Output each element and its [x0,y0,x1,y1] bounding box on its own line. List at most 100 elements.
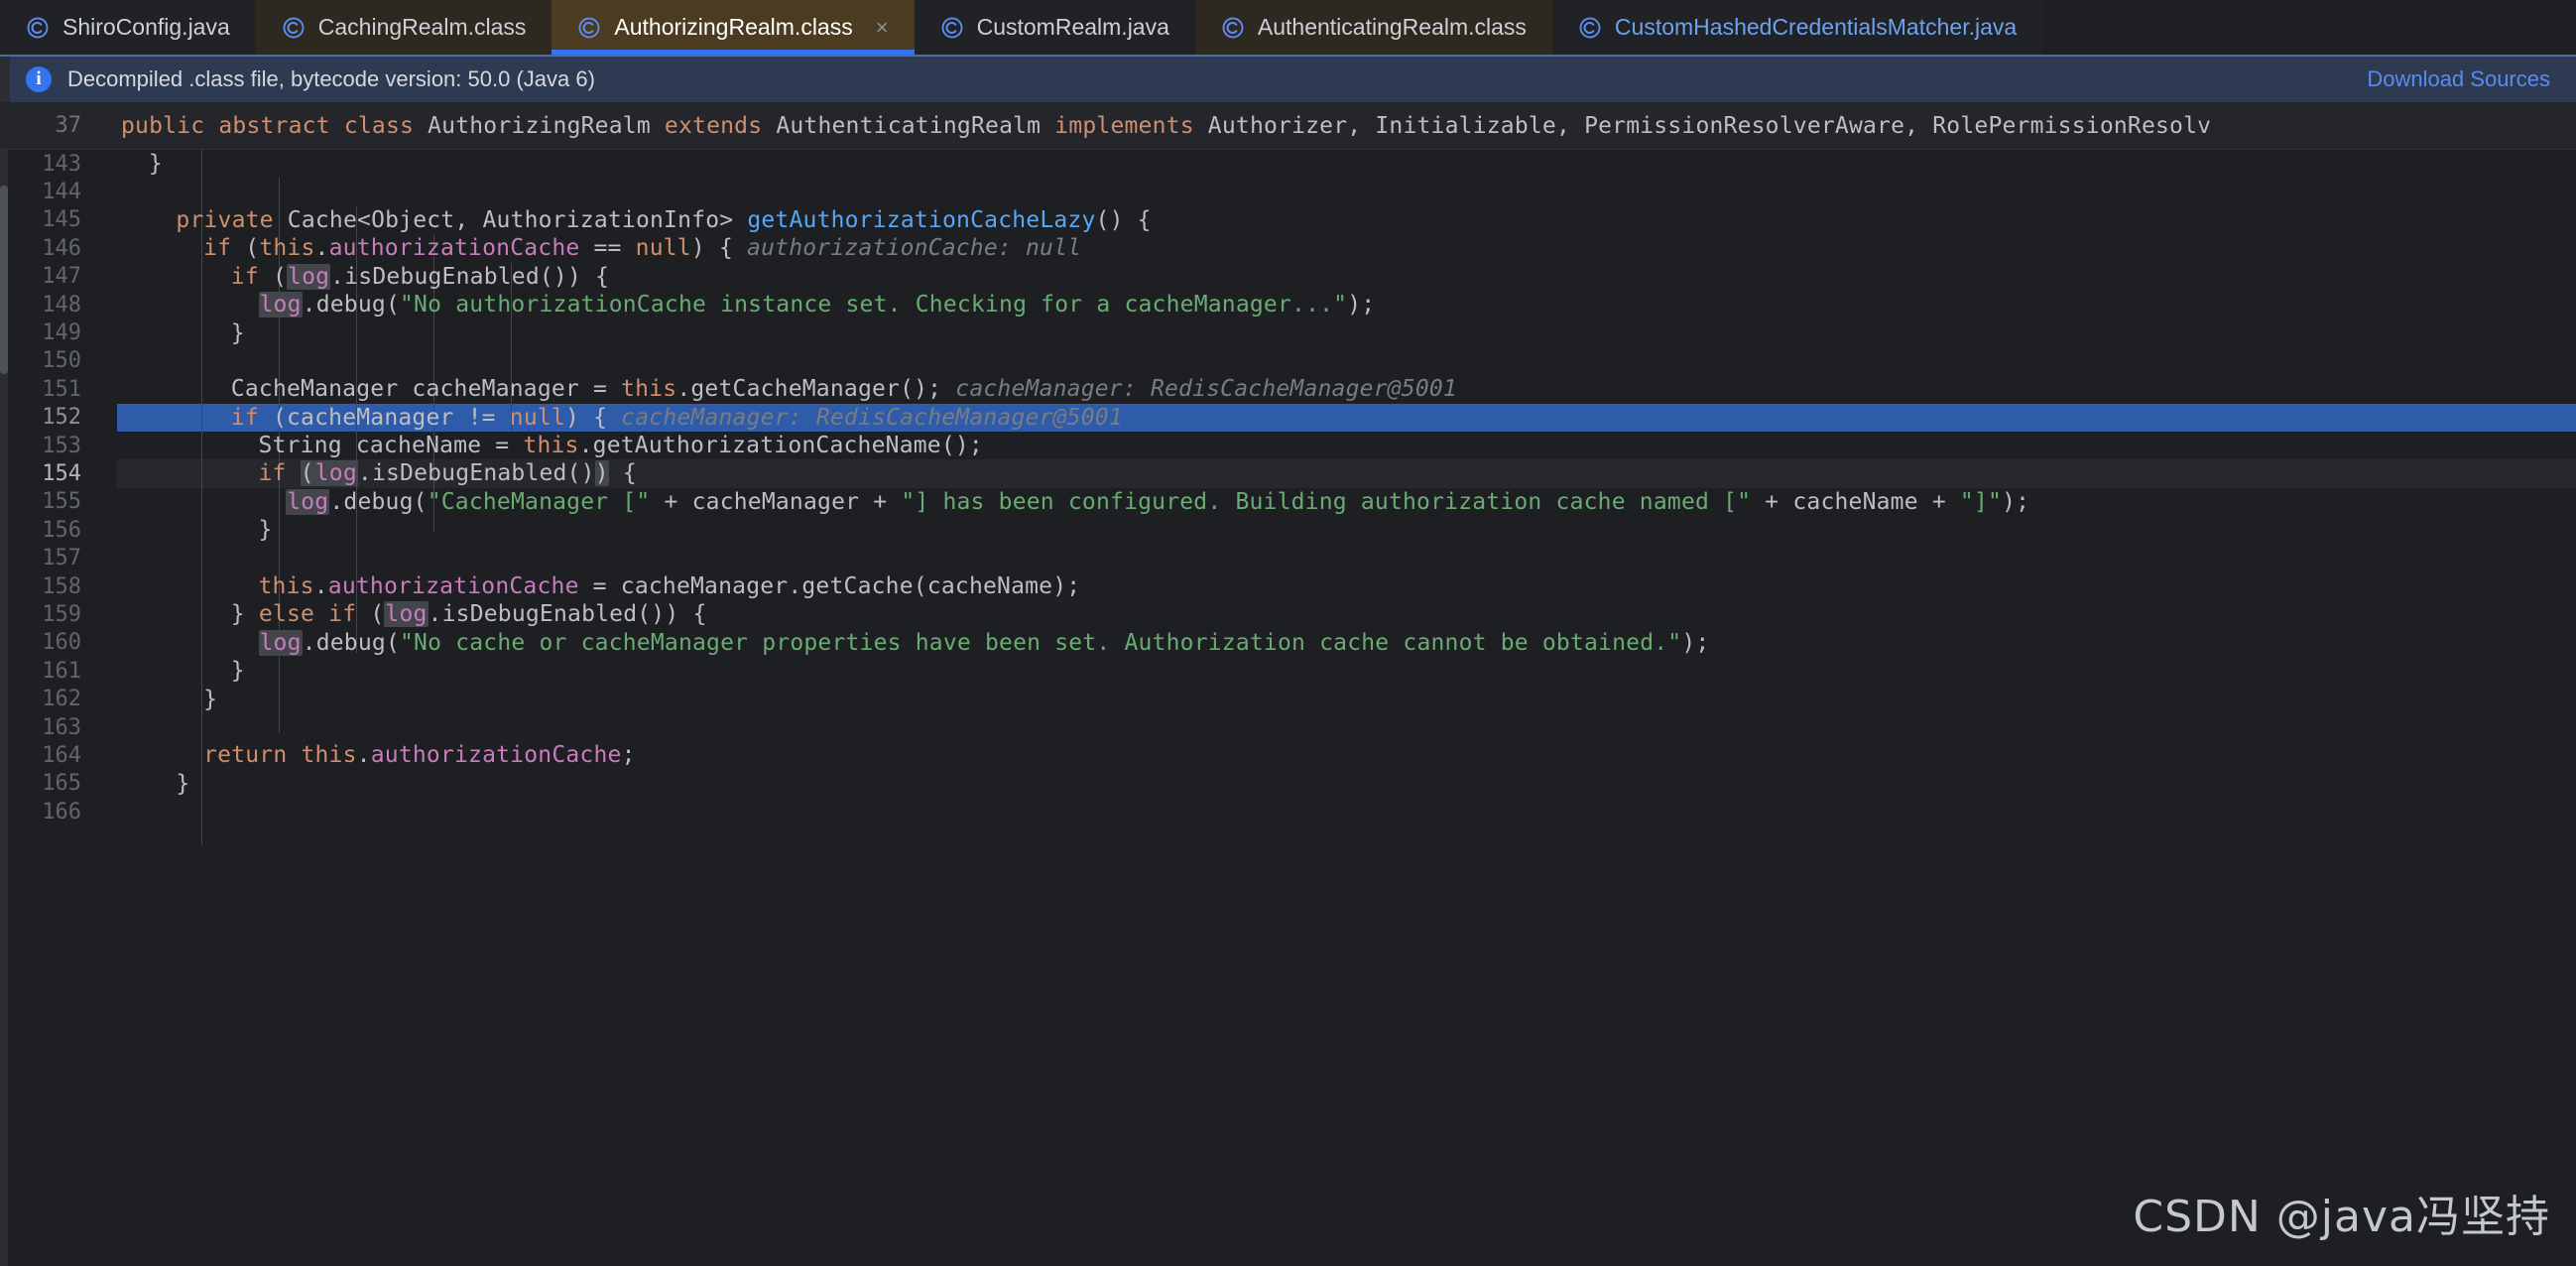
code-token: log [258,292,303,318]
notification-message: Decompiled .class file, bytecode version… [67,66,595,91]
code-line[interactable]: 155 log.debug("CacheManager [" + cacheMan… [0,488,2576,516]
code-token: } [230,601,259,628]
code-line[interactable]: 160 log.debug("No cache or cacheManager p… [0,629,2576,657]
code-line[interactable]: 164 return this.authorizationCache; [0,741,2576,769]
code-line-text: if (log.isDebugEnabled()) { [99,460,2576,487]
java-class-icon [1221,16,1245,40]
code-token: if [230,404,259,431]
code-line[interactable]: 149} [0,318,2576,346]
code-line[interactable]: 145 private Cache<Object, AuthorizationIn… [0,206,2576,234]
code-token: ( [258,263,288,290]
code-token: implements [1054,112,1194,139]
code-token: log [258,629,303,656]
editor-tab-2[interactable]: AuthorizingRealm.class × [552,0,915,55]
java-class-icon [282,16,306,40]
code-line[interactable]: 154 if (log.isDebugEnabled()) { [0,459,2576,488]
code-line[interactable]: 156} [0,516,2576,544]
line-number: 146 [42,235,81,261]
code-token: ); [1347,292,1376,318]
code-token: .isDebugEnabled() [357,460,595,487]
code-token: AuthenticatingRealm [762,112,1055,139]
code-line-text: } [99,320,2576,346]
code-token: .getAuthorizationCacheName(); [578,433,983,459]
editor-tab-bar: ShiroConfig.java CachingRealm.class Author… [0,0,2576,55]
code-token: if [258,460,287,487]
code-token: .debug( [302,629,400,656]
notification-left-edge [0,57,10,102]
code-token: String cacheName = [258,433,524,459]
code-line[interactable]: 148 log.debug("No authorizationCache inst… [0,291,2576,318]
line-number: 152 [42,405,81,431]
code-line[interactable]: 157 [0,544,2576,571]
code-line-text: log.debug("No cache or cacheManager prop… [99,629,2576,656]
editor-tab-4[interactable]: AuthenticatingRealm.class [1194,0,1552,55]
sticky-line-number: 37 [55,113,82,138]
code-line-text: } else if (log.isDebugEnabled()) { [99,601,2576,628]
code-line[interactable]: 143} [0,150,2576,178]
code-line[interactable]: 165} [0,770,2576,798]
code-token: "]" [1959,488,2003,515]
line-number: 144 [42,180,81,205]
code-token: Authorizer, Initializable, PermissionRes… [1193,112,2212,139]
code-line[interactable]: 162} [0,685,2576,712]
code-line-text: log.debug("No authorizationCache instanc… [99,292,2576,318]
java-class-icon [577,16,601,40]
line-number: 151 [42,376,81,402]
code-editor-area[interactable]: 143} 144 145 private Cache<Object, Authoriz… [0,150,2576,1266]
line-number: 149 [42,320,81,346]
code-line-text: } [99,687,2576,712]
code-line[interactable]: 153 String cacheName = this.getAuthorizat… [0,432,2576,459]
line-number: 157 [42,546,81,571]
code-token: authorizationCache [370,742,622,769]
close-icon[interactable]: × [876,16,889,39]
code-token: } [258,517,273,544]
code-line[interactable]: 147 if (log.isDebugEnabled()) { [0,263,2576,291]
code-line[interactable]: 151 CacheManager cacheManager = this.getC… [0,375,2576,403]
code-token: private [176,206,274,233]
code-line[interactable]: 158 this.authorizationCache = cacheManage… [0,572,2576,600]
code-token: ) { [690,235,733,262]
tab-bar-empty-space [2042,0,2576,54]
code-line-text: String cacheName = this.getAuthorization… [99,433,2576,458]
code-token: "No authorizationCache instance set. Che… [400,292,1348,318]
code-token: "] has been configured. Building authori… [901,488,1752,515]
editor-tab-0[interactable]: ShiroConfig.java [0,0,256,55]
code-line-text: } [99,771,2576,797]
code-line[interactable]: 159 } else if (log.isDebugEnabled()) { [0,600,2576,628]
line-number: 154 [42,460,81,486]
code-line[interactable]: 144 [0,178,2576,205]
code-line[interactable]: 161} [0,657,2576,685]
code-line[interactable]: 152 if (cacheManager != null) { cacheMana… [0,403,2576,432]
code-line[interactable]: 163 [0,713,2576,741]
code-token: this [301,742,357,769]
line-number: 147 [42,264,81,290]
code-token: if [230,263,259,290]
code-token: log [384,601,429,628]
editor-tab-5[interactable]: CustomHashedCredentialsMatcher.java [1551,0,2043,55]
editor-tab-label: AuthenticatingRealm.class [1257,14,1527,40]
notification-message-group: i Decompiled .class file, bytecode versi… [26,66,2367,92]
code-line-text: private Cache<Object, AuthorizationInfo>… [99,207,2576,233]
editor-tab-3[interactable]: CustomRealm.java [914,0,1195,55]
code-token: { [608,460,637,487]
editor-tab-1[interactable]: CachingRealm.class [255,0,552,55]
line-number: 159 [42,601,81,627]
code-line[interactable]: 150 [0,347,2576,375]
code-line[interactable]: 146 if (this.authorizationCache == null) … [0,234,2576,262]
code-line[interactable]: 166 [0,798,2576,825]
code-token: authorizationCache: null [733,235,1082,262]
code-token: cacheManager: RedisCacheManager@5001 [607,404,1123,431]
code-token: ( [231,235,260,262]
code-token: } [203,686,218,712]
code-token: .isDebugEnabled()) { [330,263,610,290]
download-sources-link[interactable]: Download Sources [2367,66,2554,92]
code-line-text: if (cacheManager != null) { cacheManager… [99,405,2576,431]
code-token: null [635,235,691,262]
editor-tab-label: ShiroConfig.java [62,14,230,40]
code-token: ( [356,601,385,628]
code-line-text: } [99,151,2576,177]
code-token: cacheManager: RedisCacheManager@5001 [941,376,1457,403]
